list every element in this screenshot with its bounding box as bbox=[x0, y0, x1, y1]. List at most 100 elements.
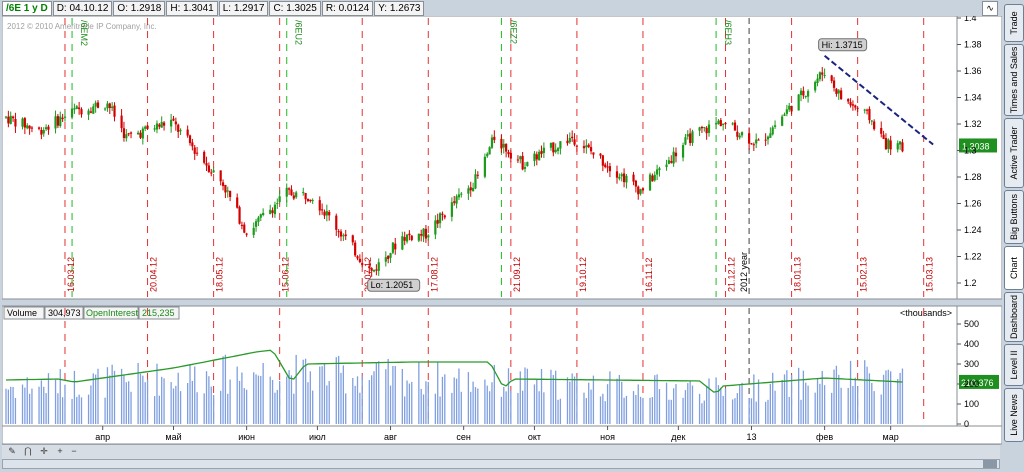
candle-body bbox=[290, 189, 293, 196]
candle-body bbox=[170, 119, 173, 127]
candle-body bbox=[23, 118, 26, 128]
candle-body bbox=[309, 199, 312, 202]
candle-body bbox=[674, 152, 678, 157]
candle-body bbox=[122, 128, 126, 139]
candle-body bbox=[125, 134, 128, 139]
candle-body bbox=[75, 106, 78, 109]
candle-body bbox=[219, 170, 222, 182]
bar-close: C: 1.3025 bbox=[269, 1, 321, 16]
candle-body bbox=[887, 139, 890, 149]
sidebar-tab-trade[interactable]: Trade bbox=[1004, 4, 1024, 42]
candle-body bbox=[533, 153, 536, 162]
candle-body bbox=[585, 145, 588, 148]
high-label: Hi: 1.3715 bbox=[822, 40, 863, 50]
sidebar-tab-big-buttons[interactable]: Big Buttons bbox=[1004, 190, 1024, 244]
symbol-selector[interactable]: /6E 1 y D bbox=[2, 1, 52, 16]
candle-body bbox=[113, 105, 116, 117]
event-line-label: 16.03.12 bbox=[66, 257, 76, 292]
candle-body bbox=[342, 235, 345, 237]
month-label: июл bbox=[309, 432, 326, 442]
candle-body bbox=[453, 201, 456, 203]
volume-tick-label: 300 bbox=[964, 359, 979, 369]
event-line-label: 18.05.12 bbox=[215, 257, 225, 292]
candle-body bbox=[285, 188, 288, 197]
candle-body bbox=[424, 228, 428, 239]
candle-body bbox=[476, 174, 479, 176]
candle-body bbox=[837, 90, 840, 94]
month-label: дек bbox=[671, 432, 685, 442]
candle-body bbox=[80, 109, 83, 115]
candle-body bbox=[880, 128, 883, 134]
candle-body bbox=[566, 140, 569, 144]
candle-body bbox=[457, 194, 461, 198]
candle-body bbox=[488, 147, 491, 155]
candle-body bbox=[783, 114, 786, 116]
sidebar-tab-level-ii[interactable]: Level II bbox=[1004, 344, 1024, 386]
month-label: май bbox=[165, 432, 181, 442]
candle-body bbox=[634, 180, 637, 187]
oi-label: OpenInterest bbox=[86, 308, 139, 318]
candle-body bbox=[486, 153, 489, 157]
candle-body bbox=[519, 156, 522, 160]
candle-body bbox=[103, 108, 107, 110]
candle-body bbox=[618, 176, 621, 179]
candle-body bbox=[849, 101, 852, 106]
candle-body bbox=[96, 102, 100, 108]
candle-body bbox=[394, 243, 397, 250]
candle-body bbox=[771, 127, 774, 135]
volume-tick-label: 500 bbox=[964, 319, 979, 329]
candle-body bbox=[700, 126, 704, 129]
candle-body bbox=[240, 224, 244, 226]
sidebar-tab-live-news[interactable]: Live News bbox=[1004, 388, 1024, 442]
candle-body bbox=[271, 210, 274, 213]
sidebar-tab-active-trader[interactable]: Active Trader bbox=[1004, 118, 1024, 188]
candle-body bbox=[73, 108, 76, 110]
sidebar-tab-times-and-sales[interactable]: Times and Sales bbox=[1004, 44, 1024, 116]
sidebar-tab-chart[interactable]: Chart bbox=[1004, 246, 1024, 290]
sidebar-tab-label: Times and Sales bbox=[1009, 46, 1019, 114]
wave-icon[interactable]: ∿ bbox=[982, 1, 998, 16]
candle-body bbox=[832, 80, 836, 88]
price-tick-label: 1.26 bbox=[964, 199, 982, 209]
candle-body bbox=[78, 107, 81, 110]
sidebar-tab-label: Trade bbox=[1009, 11, 1019, 35]
candle-body bbox=[127, 133, 130, 135]
zoom-in-icon[interactable]: + bbox=[54, 446, 66, 457]
candle-body bbox=[40, 129, 43, 135]
price-tick-label: 1.34 bbox=[964, 93, 982, 103]
bar-low: L: 1.2917 bbox=[218, 1, 269, 16]
draw-pencil-icon[interactable]: ✎ bbox=[6, 446, 18, 457]
candle-body bbox=[387, 255, 390, 260]
candle-body bbox=[443, 215, 446, 218]
candle-body bbox=[535, 154, 538, 160]
event-line-label: 20.04.12 bbox=[149, 257, 159, 292]
candle-body bbox=[210, 172, 213, 174]
zoom-out-icon[interactable]: − bbox=[68, 446, 80, 457]
candle-body bbox=[882, 134, 885, 139]
volume-tick-label: 0 bbox=[964, 419, 969, 429]
price-tick-label: 1.38 bbox=[964, 40, 982, 50]
time-scrollbar[interactable] bbox=[2, 459, 1000, 469]
candle-body bbox=[722, 123, 725, 126]
candle-body bbox=[502, 143, 505, 148]
chart-area[interactable]: 2012 © 2010 Ameritrade IP Company, Inc. … bbox=[2, 16, 1002, 460]
candle-body bbox=[177, 124, 180, 132]
crosshair-icon[interactable]: ✛ bbox=[38, 446, 50, 457]
scrollbar-thumb[interactable] bbox=[983, 460, 997, 468]
candle-body bbox=[410, 235, 413, 241]
candle-body bbox=[620, 174, 623, 177]
candle-body bbox=[120, 115, 123, 129]
candle-body bbox=[205, 163, 208, 166]
candle-body bbox=[236, 197, 239, 208]
candle-body bbox=[549, 142, 553, 148]
month-label: июн bbox=[238, 432, 255, 442]
magnet-icon[interactable]: ⋂ bbox=[22, 446, 34, 457]
candle-body bbox=[7, 116, 10, 124]
sidebar-tab-label: Live News bbox=[1009, 394, 1019, 436]
expiry-line-label: /6EU2 bbox=[294, 20, 304, 45]
sidebar-tab-label: Chart bbox=[1009, 256, 1019, 280]
candle-body bbox=[505, 143, 508, 152]
candle-body bbox=[714, 123, 718, 125]
sidebar-tab-dashboard[interactable]: Dashboard bbox=[1004, 292, 1024, 342]
candle-body bbox=[802, 90, 805, 96]
